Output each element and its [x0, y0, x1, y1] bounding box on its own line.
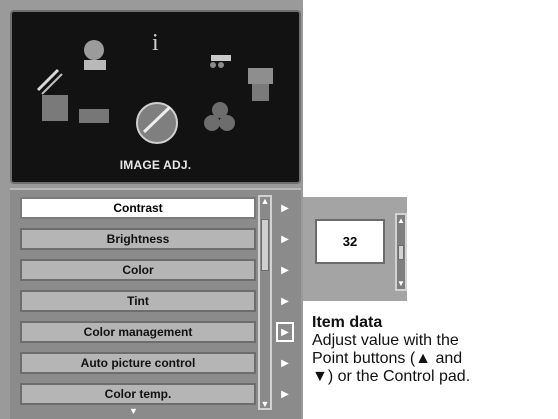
- menu-item-color[interactable]: Color: [20, 259, 256, 281]
- menu-icon-bar: i IMAGE ADJ.: [10, 10, 301, 184]
- item-data-title: Item data: [312, 314, 383, 331]
- arrow-auto-picture-control[interactable]: ▶: [276, 353, 294, 373]
- ruler-icon[interactable]: [79, 109, 109, 123]
- osd-menu-panel: i IMAGE ADJ. ▲ ▼ Contrast Brightness Col…: [0, 0, 303, 419]
- folder-icon[interactable]: [42, 95, 68, 121]
- item-data-description-line-1: Adjust value with the: [312, 332, 459, 349]
- menu-title: IMAGE ADJ.: [119, 158, 192, 172]
- arrow-brightness[interactable]: ▶: [276, 229, 294, 249]
- arrow-contrast[interactable]: ▶: [276, 198, 294, 218]
- image-adjust-icon[interactable]: [136, 102, 178, 144]
- menu-item-color-management[interactable]: Color management: [20, 321, 256, 343]
- item-data-value: 32: [315, 219, 385, 264]
- arrow-color[interactable]: ▶: [276, 260, 294, 280]
- more-items-icon[interactable]: ▼: [129, 406, 138, 416]
- menu-scrollbar[interactable]: ▲ ▼: [258, 195, 272, 410]
- item-data-explanation: Item data Adjust value with the Point bu…: [312, 314, 557, 386]
- projector-icon[interactable]: [210, 55, 231, 68]
- menu-item-brightness[interactable]: Brightness: [20, 228, 256, 250]
- person-icon[interactable]: [84, 40, 106, 70]
- item-data-scroll-thumb[interactable]: [398, 245, 404, 260]
- menu-item-color-temp[interactable]: Color temp.: [20, 383, 256, 405]
- item-data-description-line-3: ▼) or the Control pad.: [312, 368, 471, 385]
- item-data-scrollbar[interactable]: ▲ ▼: [395, 213, 407, 291]
- pencil-icon[interactable]: [36, 68, 63, 95]
- item-data-box: 32 ▲ ▼: [303, 197, 407, 301]
- info-icon[interactable]: i: [152, 30, 159, 56]
- menu-list-box: ▲ ▼ Contrast Brightness Color Tint Color…: [10, 188, 301, 419]
- menu-item-tint[interactable]: Tint: [20, 290, 256, 312]
- menu-item-auto-picture-control[interactable]: Auto picture control: [20, 352, 256, 374]
- arrow-color-management[interactable]: ▶: [276, 322, 294, 342]
- scroll-up-icon[interactable]: ▲: [260, 196, 270, 206]
- balls-icon[interactable]: [204, 102, 235, 131]
- menu-scrollbar-thumb[interactable]: [261, 219, 269, 271]
- arrow-color-temp[interactable]: ▶: [276, 384, 294, 404]
- data-scroll-up-icon[interactable]: ▲: [397, 216, 405, 225]
- menu-item-contrast[interactable]: Contrast: [20, 197, 256, 219]
- screen-icon[interactable]: [248, 68, 273, 101]
- arrow-tint[interactable]: ▶: [276, 291, 294, 311]
- item-data-description-line-2: Point buttons (▲ and: [312, 350, 463, 367]
- data-scroll-down-icon[interactable]: ▼: [397, 279, 405, 288]
- scroll-down-icon[interactable]: ▼: [260, 399, 270, 409]
